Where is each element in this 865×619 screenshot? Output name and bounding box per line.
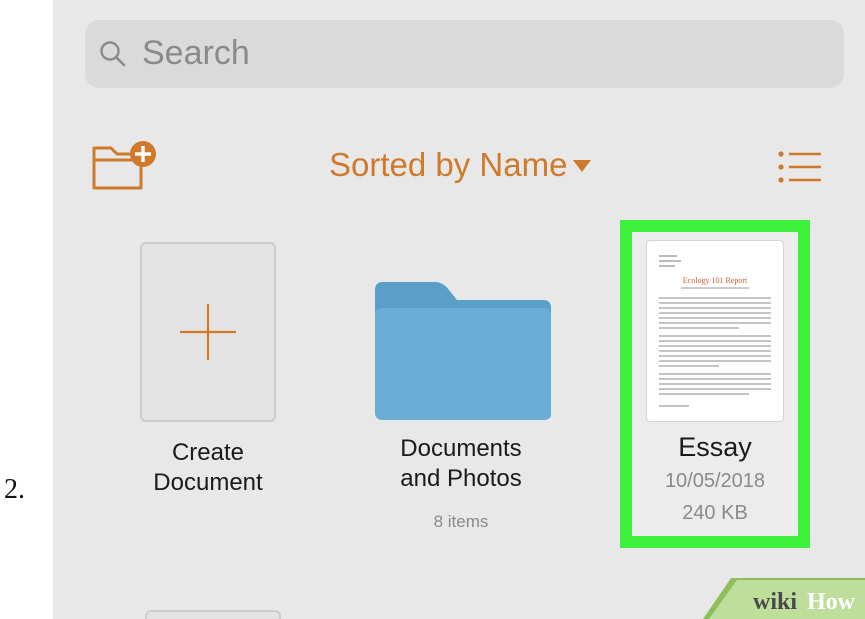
document-preview-image: Ecology 101 Report [659, 255, 771, 407]
create-document-tile[interactable]: Create Document [133, 242, 283, 498]
partial-next-item[interactable] [145, 610, 281, 619]
create-document-thumbnail [140, 242, 276, 422]
search-icon [100, 41, 126, 67]
essay-size: 240 KB [682, 502, 748, 524]
essay-date: 10/05/2018 [664, 470, 766, 492]
wikihow-watermark: wiki How [703, 578, 865, 619]
essay-document-tile[interactable]: Ecology 101 Report Essay 10/05/2018 240 … [632, 232, 798, 536]
search-bar[interactable]: Search [85, 20, 844, 88]
sort-label: Sorted by Name [329, 146, 568, 183]
caret-down-icon [573, 160, 592, 172]
step-number: 2. [4, 474, 25, 505]
list-view-icon[interactable] [777, 150, 823, 184]
plus-icon [180, 304, 236, 360]
essay-name: Essay [678, 432, 752, 462]
folder-item-count: 8 items [433, 512, 489, 531]
sort-dropdown[interactable]: Sorted by Name [329, 146, 592, 184]
essay-thumbnail: Ecology 101 Report [646, 240, 784, 422]
file-browser-screen: Search Sorted by Name Create Document Do… [53, 0, 865, 619]
svg-text:wiki: wiki [753, 589, 797, 615]
search-placeholder: Search [142, 34, 250, 72]
create-document-label: Create Document [153, 439, 263, 496]
folder-icon [375, 282, 551, 420]
svg-text:How: How [807, 589, 856, 615]
thumbnail-title: Ecology 101 Report [683, 276, 748, 285]
folder-plus-icon[interactable] [91, 140, 159, 192]
folder-label: Documents and Photos [400, 435, 522, 492]
